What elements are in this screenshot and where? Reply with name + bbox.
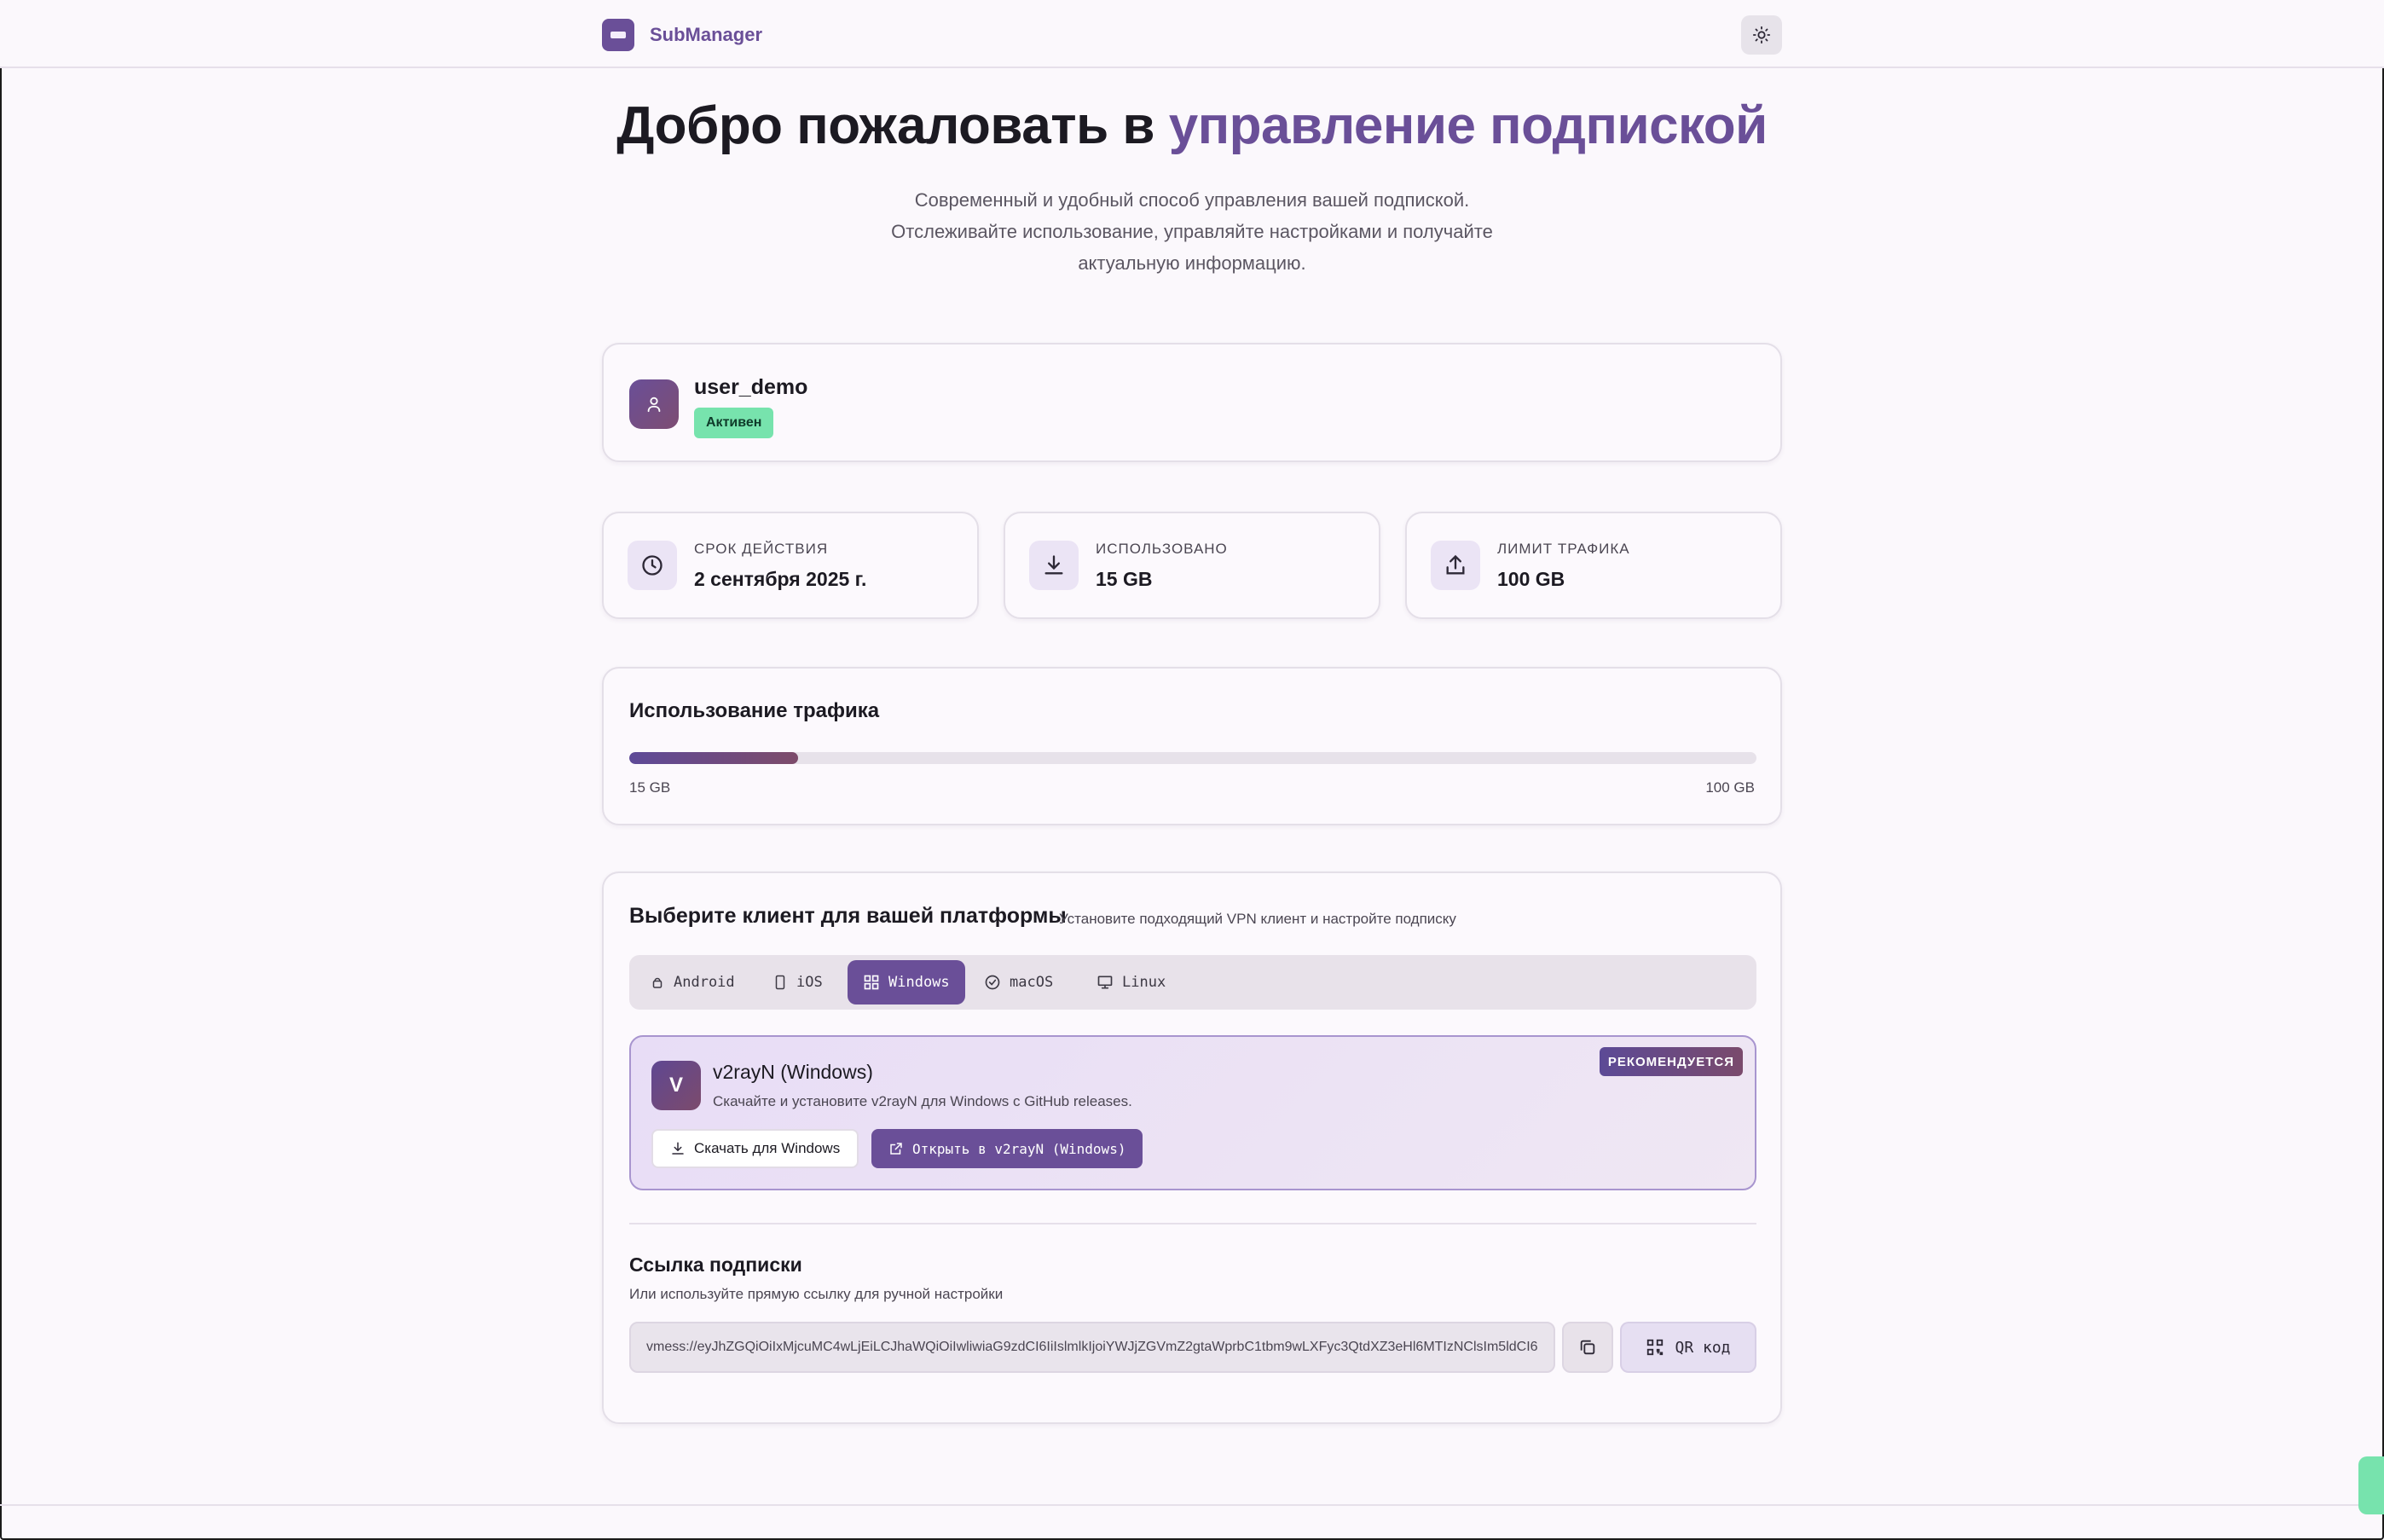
side-feedback-tab[interactable] xyxy=(2358,1456,2384,1514)
stat-card-limit: Лимит трафика 100 GB xyxy=(1405,512,1782,619)
check-circle-icon xyxy=(985,975,1000,990)
subscription-link-title: Ссылка подписки xyxy=(629,1253,802,1276)
download-windows-button[interactable]: Скачать для Windows xyxy=(651,1129,859,1168)
clients-title: Выберите клиент для вашей платформы xyxy=(629,904,1067,928)
user-card: user_demo Активен xyxy=(602,343,1782,462)
stat-value: 2 сентября 2025 г. xyxy=(694,568,867,590)
qr-code-icon xyxy=(1647,1339,1664,1356)
top-bar: SubManager xyxy=(0,0,2384,68)
tab-label: macOS xyxy=(1010,974,1054,991)
status-badge: Активен xyxy=(694,408,774,438)
monitor-icon xyxy=(1097,976,1113,989)
stat-value: 15 GB xyxy=(1096,568,1153,590)
user-name: user_demo xyxy=(694,375,808,399)
traffic-limit-label: 100 GB xyxy=(1705,779,1755,796)
stat-label: Лимит трафика xyxy=(1497,541,1630,557)
clock-icon xyxy=(628,541,677,590)
page-title: Добро пожаловать в управление подпиской xyxy=(0,96,2384,156)
sun-icon xyxy=(1752,26,1771,44)
footer-divider xyxy=(0,1504,2384,1506)
user-icon xyxy=(647,397,661,413)
user-avatar xyxy=(629,379,679,429)
tab-android[interactable]: Android xyxy=(634,960,750,1004)
download-icon xyxy=(1029,541,1079,590)
tab-linux[interactable]: Linux xyxy=(1081,960,1181,1004)
stat-label: Срок действия xyxy=(694,541,829,557)
divider xyxy=(629,1223,1756,1224)
qr-button-label: QR код xyxy=(1675,1338,1731,1357)
subscription-link-input[interactable] xyxy=(629,1322,1555,1373)
windows-icon xyxy=(864,975,879,990)
traffic-progress-bar xyxy=(629,752,1756,764)
tab-macos[interactable]: macOS xyxy=(969,960,1068,1004)
tab-label: Windows xyxy=(888,974,950,991)
theme-toggle-button[interactable] xyxy=(1741,15,1782,55)
tab-label: Linux xyxy=(1122,974,1166,991)
recommended-badge: РЕКОМЕНДУЕТСЯ xyxy=(1599,1047,1743,1076)
page-title-main: Добро пожаловать в xyxy=(616,96,1169,155)
clients-subtitle: Установите подходящий VPN клиент и настр… xyxy=(1059,911,1456,927)
platform-tabs: Android iOS Windows macOS Linux xyxy=(629,955,1756,1010)
traffic-card: Использование трафика 15 GB 100 GB xyxy=(602,667,1782,825)
open-in-v2rayn-button[interactable]: Открыть в v2rayN (Windows) xyxy=(871,1129,1143,1168)
stat-card-used: Использовано 15 GB xyxy=(1004,512,1380,619)
qr-code-button[interactable]: QR код xyxy=(1620,1322,1756,1373)
clients-card: Выберите клиент для вашей платформы Уста… xyxy=(602,871,1782,1424)
traffic-used-label: 15 GB xyxy=(629,779,671,796)
stat-value: 100 GB xyxy=(1497,568,1565,590)
page-title-accent: управление подпиской xyxy=(1168,96,1768,155)
brand[interactable]: SubManager xyxy=(602,19,762,51)
tab-label: Android xyxy=(674,974,735,991)
phone-icon xyxy=(775,975,785,990)
copy-link-button[interactable] xyxy=(1562,1322,1613,1373)
page-subtitle: Современный и удобный способ управления … xyxy=(891,189,1493,274)
brand-name: SubManager xyxy=(650,24,763,45)
open-button-label: Открыть в v2rayN (Windows) xyxy=(912,1140,1126,1157)
client-name: v2rayN (Windows) xyxy=(713,1061,873,1083)
download-button-label: Скачать для Windows xyxy=(694,1140,841,1156)
external-link-icon xyxy=(890,1143,902,1155)
download-icon xyxy=(672,1142,684,1155)
tab-windows[interactable]: Windows xyxy=(848,960,965,1004)
tab-ios[interactable]: iOS xyxy=(757,960,838,1004)
tab-label: iOS xyxy=(796,974,823,991)
upload-icon xyxy=(1431,541,1480,590)
stat-card-expiry: Срок действия 2 сентября 2025 г. xyxy=(602,512,979,619)
subscription-link-subtitle: Или используйте прямую ссылку для ручной… xyxy=(629,1286,1004,1302)
traffic-progress-fill xyxy=(629,752,799,764)
brand-logo-icon xyxy=(602,19,634,51)
client-description: Скачайте и установите v2rayN для Windows… xyxy=(713,1093,1132,1109)
stat-label: Использовано xyxy=(1096,541,1228,557)
traffic-title: Использование трафика xyxy=(629,699,880,722)
client-card-v2rayn: V v2rayN (Windows) Скачайте и установите… xyxy=(629,1035,1756,1190)
client-avatar: V xyxy=(651,1061,701,1110)
android-icon xyxy=(652,977,663,988)
copy-icon xyxy=(1580,1340,1595,1355)
